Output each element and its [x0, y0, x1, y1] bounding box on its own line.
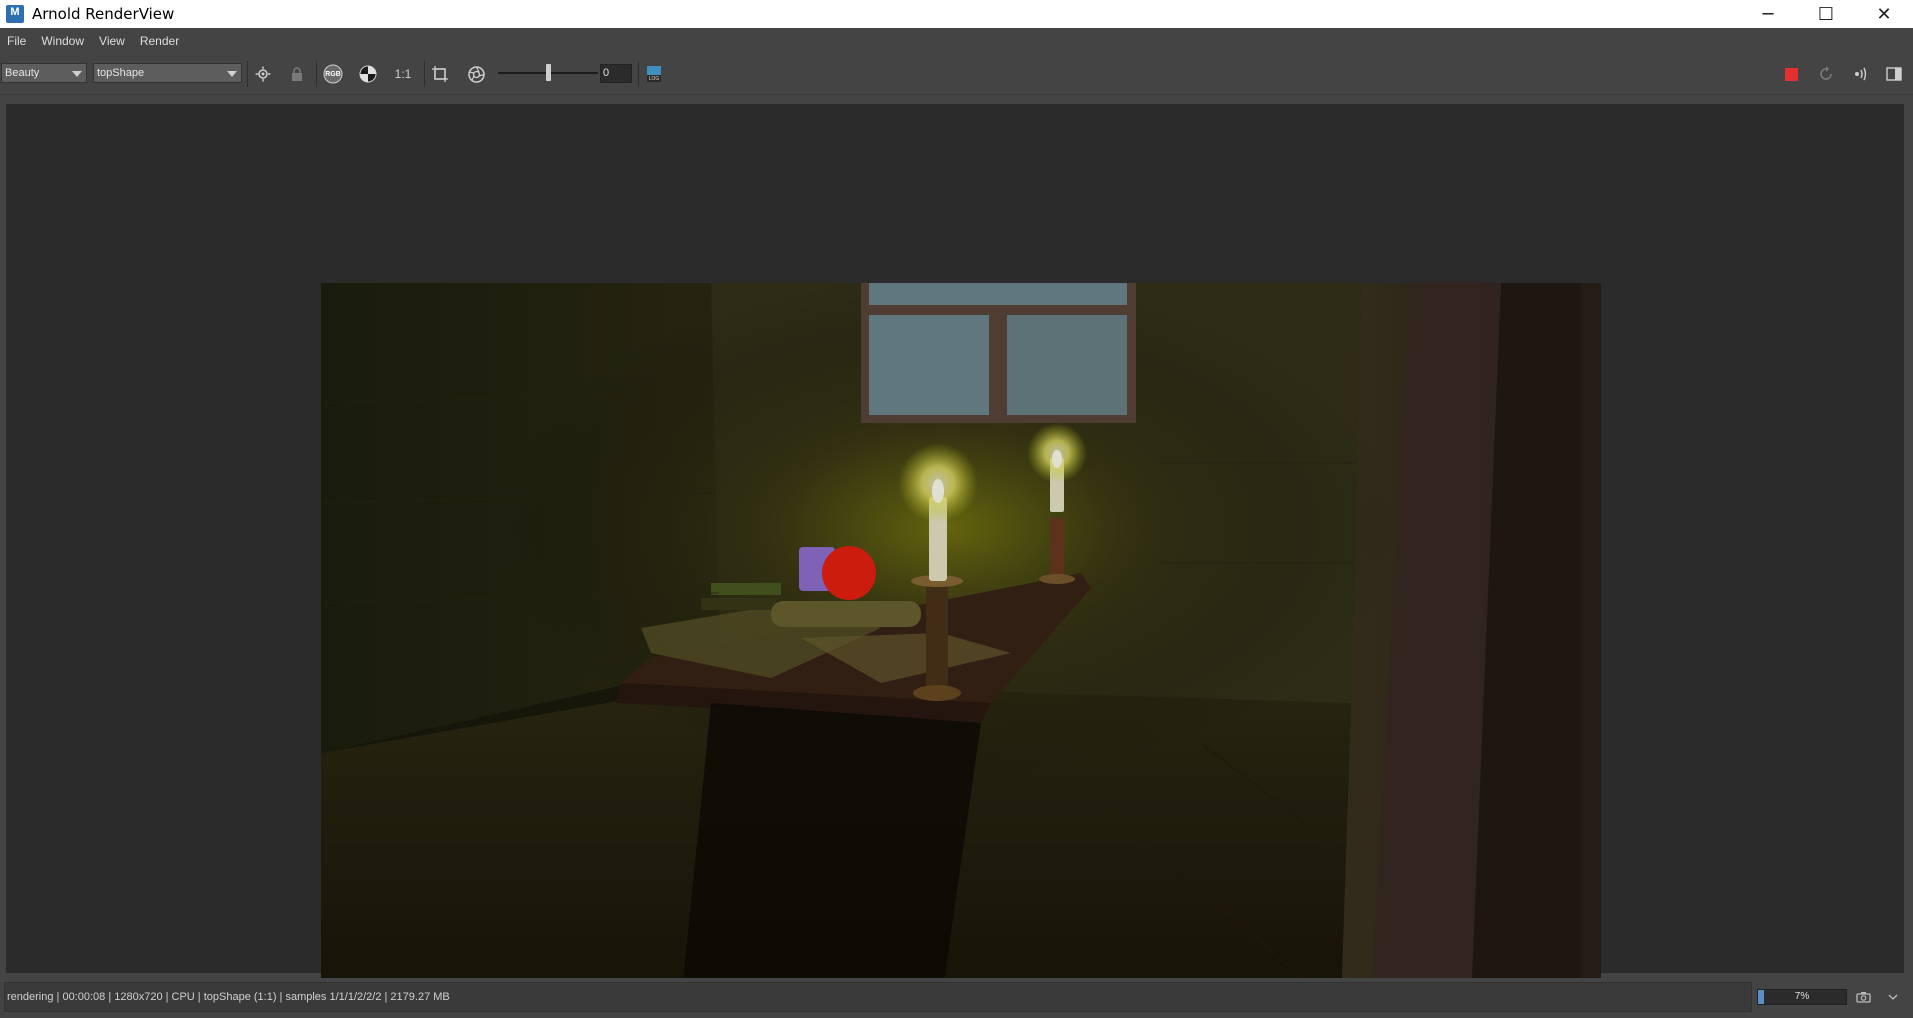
- menu-view[interactable]: View: [92, 34, 133, 48]
- chevron-down-icon[interactable]: [1883, 988, 1903, 1006]
- render-scene-illustration: [321, 283, 1601, 1003]
- crop-region-icon[interactable]: [429, 63, 451, 85]
- toolbar-divider: [638, 61, 639, 87]
- status-bar: rendering | 00:00:08 | 1280x720 | CPU | …: [0, 978, 1913, 1018]
- aperture-icon[interactable]: [465, 63, 487, 85]
- rgb-channel-icon[interactable]: RGB: [322, 63, 344, 85]
- menu-window[interactable]: Window: [34, 34, 92, 48]
- chevron-down-icon: [72, 71, 82, 77]
- render-status-text: rendering | 00:00:08 | 1280x720 | CPU | …: [4, 982, 1752, 1012]
- aov-dropdown[interactable]: Beauty: [1, 63, 87, 83]
- render-progress-label: 7%: [1794, 991, 1810, 1002]
- camera-dropdown-value: topShape: [97, 67, 145, 79]
- toolbar-divider: [247, 61, 248, 87]
- debug-shading-icon[interactable]: [1849, 63, 1871, 85]
- menu-bar: File Window View Render: [0, 28, 1913, 54]
- toolbar: Beauty topShape RGB 1:1 0 LOG: [0, 54, 1913, 94]
- toolbar-divider: [424, 61, 425, 87]
- chevron-down-icon: [227, 71, 237, 77]
- panel-toggle-icon[interactable]: [1883, 63, 1905, 85]
- lut-icon[interactable]: LOG: [643, 63, 665, 85]
- window-title: Arnold RenderView: [32, 5, 175, 23]
- snapshot-camera-icon[interactable]: [1853, 988, 1873, 1006]
- exposure-input[interactable]: 0: [600, 64, 632, 83]
- menu-render[interactable]: Render: [133, 34, 187, 48]
- window-controls: ─ ☐ ✕: [1739, 0, 1913, 28]
- title-bar: M Arnold RenderView ─ ☐ ✕: [0, 0, 1913, 28]
- render-progress-bar: 7%: [1757, 989, 1847, 1005]
- close-button[interactable]: ✕: [1855, 0, 1913, 28]
- checker-icon[interactable]: [357, 63, 379, 85]
- maximize-button[interactable]: ☐: [1797, 0, 1855, 28]
- toolbar-divider: [316, 61, 317, 87]
- zoom-ratio-button[interactable]: 1:1: [390, 63, 416, 85]
- lock-icon[interactable]: [286, 63, 308, 85]
- rgb-channel-label: RGB: [325, 70, 341, 78]
- camera-dropdown[interactable]: topShape: [93, 63, 242, 83]
- stop-render-icon[interactable]: [1780, 63, 1802, 85]
- display-settings-icon[interactable]: [252, 63, 274, 85]
- aov-dropdown-value: Beauty: [5, 67, 40, 79]
- render-image[interactable]: [321, 283, 1601, 1003]
- menu-file[interactable]: File: [0, 34, 34, 48]
- exposure-slider-handle[interactable]: [546, 64, 551, 81]
- stop-render-square: [1784, 67, 1798, 81]
- refresh-icon[interactable]: [1815, 63, 1837, 85]
- maya-app-icon: M: [6, 5, 24, 23]
- render-viewport[interactable]: [6, 104, 1904, 1003]
- viewport-divider: [0, 94, 1913, 95]
- lut-label: LOG: [648, 76, 660, 82]
- minimize-button[interactable]: ─: [1739, 0, 1797, 28]
